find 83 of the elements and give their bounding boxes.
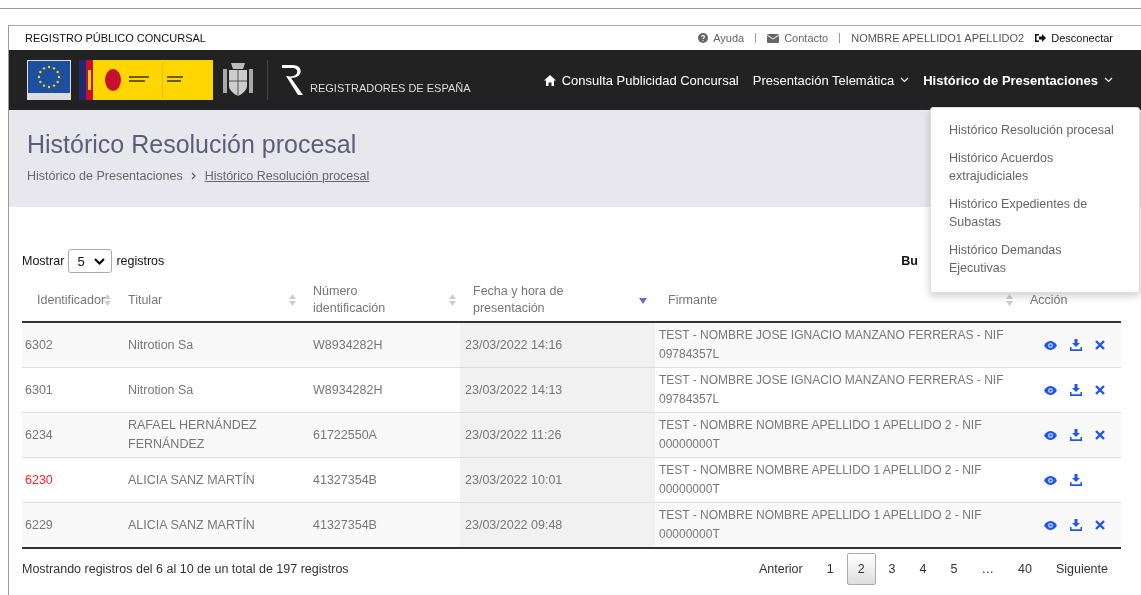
- top-link[interactable]: Contacto: [784, 32, 829, 44]
- table-cell: Nitrotion Sa: [115, 367, 300, 413]
- table-cell: TEST - NOMBRE NOMBRE APELLIDO 1 APELLIDO 2 - NIF 00000000T: [655, 412, 1017, 458]
- eu-flag-icon: [27, 60, 71, 100]
- eye-icon[interactable]: [1044, 430, 1057, 440]
- breadcrumb-link[interactable]: Histórico de Presentaciones: [27, 169, 183, 183]
- table-cell: 6230: [22, 457, 115, 503]
- chevron-icon: [190, 172, 197, 180]
- table-cell: 6234: [22, 412, 115, 458]
- page-link[interactable]: 5: [939, 553, 969, 585]
- eye-icon[interactable]: [1044, 340, 1057, 350]
- sort-icon: [1006, 294, 1013, 306]
- delete-icon[interactable]: [1095, 385, 1105, 395]
- delete-icon[interactable]: [1095, 430, 1105, 440]
- logout-icon: [1035, 33, 1047, 43]
- page-link[interactable]: 4: [908, 553, 938, 585]
- site-title: REGISTRO PÚBLICO CONCURSAL: [25, 32, 206, 44]
- table-info: Mostrando registros del 6 al 10 de un total de 197 registros: [22, 562, 349, 576]
- table-cell: 23/03/2022 09:48: [460, 502, 655, 548]
- previous-link[interactable]: Anterior: [747, 553, 814, 585]
- r-logo-icon: [280, 62, 306, 98]
- nav-item[interactable]: Consulta Publicidad Concursal: [543, 72, 739, 88]
- menu-item[interactable]: Histórico Expedientes de Subastas: [931, 190, 1139, 236]
- caret-icon: [1104, 77, 1113, 83]
- caret-icon: [900, 77, 910, 83]
- delete-icon[interactable]: [1095, 340, 1105, 350]
- next-link[interactable]: Siguiente: [1044, 553, 1119, 585]
- table-cell: 6302: [22, 322, 115, 368]
- sort-icon: [104, 294, 111, 306]
- table-cell: 61722550A: [300, 412, 460, 458]
- coat-of-arms-icon: [221, 61, 255, 99]
- length-label: registros: [116, 254, 165, 268]
- chevron-down-icon: [94, 257, 106, 265]
- length-label: Mostrar: [22, 254, 65, 268]
- table-cell: RAFAEL HERNÁNDEZ FERNÁNDEZ: [115, 412, 300, 458]
- table-cell: 23/03/2022 10:01: [460, 457, 655, 503]
- table-cell: TEST - NOMBRE JOSE IGNACIO MANZANO FERRERAS - NIF 09784357L: [655, 367, 1017, 413]
- user-name: NOMBRE APELLIDO1 APELLIDO2: [851, 32, 1025, 44]
- logout-link[interactable]: Desconectar: [1051, 32, 1113, 44]
- menu-item[interactable]: Histórico Acuerdos extrajudiciales: [931, 144, 1139, 190]
- table-cell: 41327354B: [300, 502, 460, 548]
- home-icon: [543, 74, 556, 86]
- page-link[interactable]: …: [970, 553, 1005, 585]
- envelope-icon: [767, 33, 780, 43]
- menu-item[interactable]: Histórico Resolución procesal: [931, 116, 1139, 144]
- table-cell: Nitrotion Sa: [115, 322, 300, 368]
- table-cell: 23/03/2022 14:16: [460, 322, 655, 368]
- help-icon: [698, 33, 709, 43]
- nav-item[interactable]: Presentación Telemática: [752, 72, 910, 88]
- brand-name: REGISTRADORES DE ESPAÑA: [310, 82, 471, 94]
- page-link[interactable]: 2: [846, 553, 876, 585]
- download-icon[interactable]: [1070, 519, 1082, 531]
- sort-icon: [289, 294, 296, 306]
- search-label: Bu: [901, 254, 918, 268]
- table-cell: 6229: [22, 502, 115, 548]
- table-cell: ALICIA SANZ MARTÍN: [115, 457, 300, 503]
- eye-icon[interactable]: [1044, 475, 1057, 485]
- table-cell: TEST - NOMBRE NOMBRE APELLIDO 1 APELLIDO 2 - NIF 00000000T: [655, 457, 1017, 503]
- page-link[interactable]: 40: [1006, 553, 1043, 585]
- eye-icon[interactable]: [1044, 385, 1057, 395]
- page-link[interactable]: 3: [877, 553, 907, 585]
- sort-icon: [449, 294, 456, 306]
- sort-icon: [639, 298, 647, 304]
- table-cell: ALICIA SANZ MARTÍN: [115, 502, 300, 548]
- eye-icon[interactable]: [1044, 520, 1057, 530]
- delete-icon[interactable]: [1095, 520, 1105, 530]
- download-icon[interactable]: [1070, 474, 1082, 486]
- download-icon[interactable]: [1070, 429, 1082, 441]
- table-cell: TEST - NOMBRE NOMBRE APELLIDO 1 APELLIDO 2 - NIF 00000000T: [655, 502, 1017, 548]
- table-cell: 23/03/2022 14:13: [460, 367, 655, 413]
- top-link[interactable]: Ayuda: [713, 32, 745, 44]
- page-size-select[interactable]: 5: [68, 249, 113, 273]
- nav-item[interactable]: Histórico de Presentaciones: [923, 72, 1113, 88]
- table-cell: 6301: [22, 367, 115, 413]
- table-cell: 23/03/2022 11:26: [460, 412, 655, 458]
- table-cell: TEST - NOMBRE JOSE IGNACIO MANZANO FERRERAS - NIF 09784357L: [655, 322, 1017, 368]
- breadcrumb-link[interactable]: Histórico Resolución procesal: [204, 169, 370, 183]
- download-icon[interactable]: [1070, 384, 1082, 396]
- page-link[interactable]: 1: [815, 553, 845, 585]
- menu-item[interactable]: Histórico Demandas Ejecutivas: [931, 236, 1139, 282]
- page-title: Histórico Resolución procesal: [27, 130, 357, 159]
- table-cell: W8934282H: [300, 322, 460, 368]
- download-icon[interactable]: [1070, 339, 1082, 351]
